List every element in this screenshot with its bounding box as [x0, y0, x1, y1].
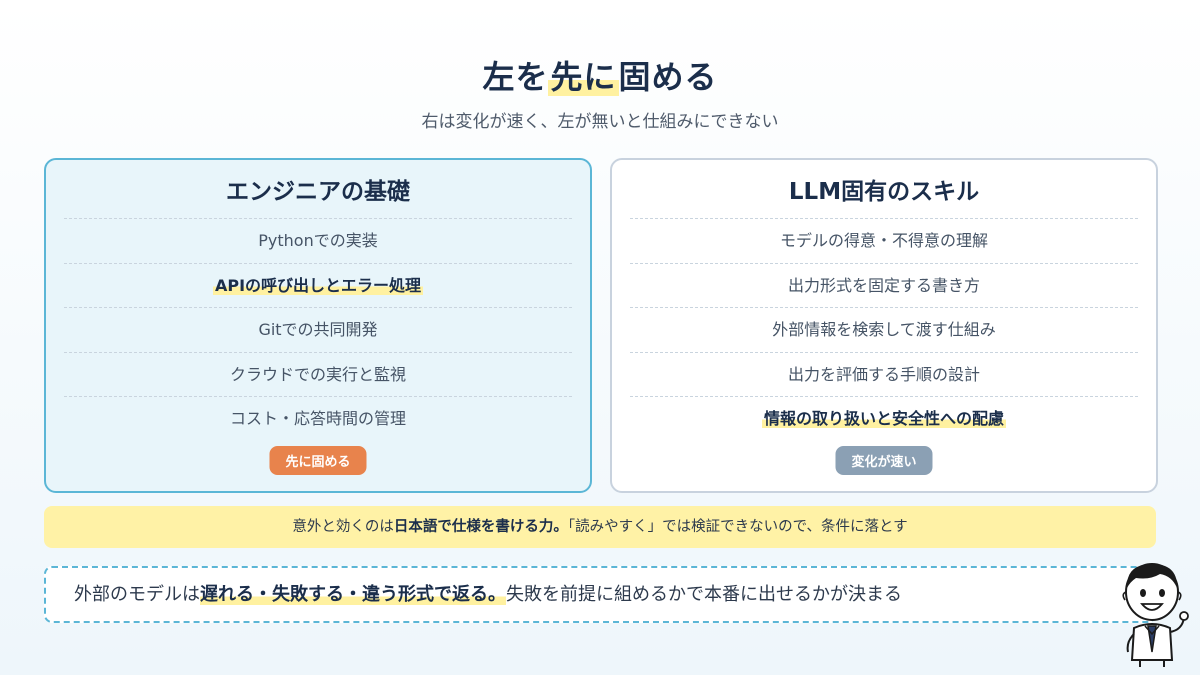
llm-skills-title: LLM固有のスキル	[788, 179, 980, 205]
callout-bold: 遅れる・失敗する・違う形式で返る。	[200, 584, 506, 605]
solidify-first-badge: 先に固める	[269, 446, 367, 475]
page-title-part-1: 左を	[482, 58, 549, 96]
warning-callout: 外部のモデルは遅れる・失敗する・違う形式で返る。失敗を前提に組めるかで本番に出せ…	[44, 566, 1156, 623]
list-item-highlighted: 情報の取り扱いと安全性への配慮	[630, 396, 1138, 441]
callout-suffix: 失敗を前提に組めるかで本番に出せるかが決まる	[506, 584, 902, 605]
tip-banner: 意外と効くのは日本語で仕様を書ける力。「読みやすく」では検証できないので、条件に…	[44, 506, 1156, 548]
list-item: コスト・応答時間の管理	[64, 396, 572, 441]
businessman-mascot-icon	[1122, 563, 1189, 667]
list-item: クラウドでの実行と監視	[64, 351, 572, 397]
list-item-label: APIの呼び出しとエラー処理	[212, 275, 424, 295]
engineer-basics-title: エンジニアの基礎	[226, 179, 410, 205]
list-item-highlighted: APIの呼び出しとエラー処理	[64, 262, 572, 308]
engineer-basics-list: Pythonでの実装 APIの呼び出しとエラー処理 Gitでの共同開発 クラウド…	[64, 218, 572, 441]
llm-skills-card: LLM固有のスキル モデルの得意・不得意の理解 出力形式を固定する書き方 外部情…	[610, 158, 1158, 493]
list-item: 外部情報を検索して渡す仕組み	[630, 307, 1138, 352]
page-title-highlight: 先に	[548, 58, 619, 96]
tip-prefix: 意外と効くのは	[292, 519, 394, 535]
fast-change-badge: 変化が速い	[835, 446, 933, 475]
list-item-label: 情報の取り扱いと安全性への配慮	[761, 409, 1006, 429]
page-title-part-3: 固める	[618, 58, 718, 96]
tip-suffix: 「読みやすく」では検証できないので、条件に落とす	[567, 519, 908, 535]
engineer-basics-card: エンジニアの基礎 Pythonでの実装 APIの呼び出しとエラー処理 Gitでの…	[44, 158, 592, 493]
list-item: 出力形式を固定する書き方	[630, 262, 1138, 308]
page-subtitle: 右は変化が速く、左が無いと仕組みにできない	[421, 112, 779, 132]
llm-skills-list: モデルの得意・不得意の理解 出力形式を固定する書き方 外部情報を検索して渡す仕組…	[630, 218, 1138, 441]
tip-bold: 日本語で仕様を書ける力。	[393, 519, 568, 535]
list-item: Gitでの共同開発	[64, 307, 572, 352]
page-title: 左を先に固める	[0, 52, 1200, 98]
list-item: 出力を評価する手順の設計	[630, 351, 1138, 397]
callout-prefix: 外部のモデルは	[74, 584, 200, 605]
list-item: モデルの得意・不得意の理解	[630, 218, 1138, 263]
list-item: Pythonでの実装	[64, 218, 572, 263]
